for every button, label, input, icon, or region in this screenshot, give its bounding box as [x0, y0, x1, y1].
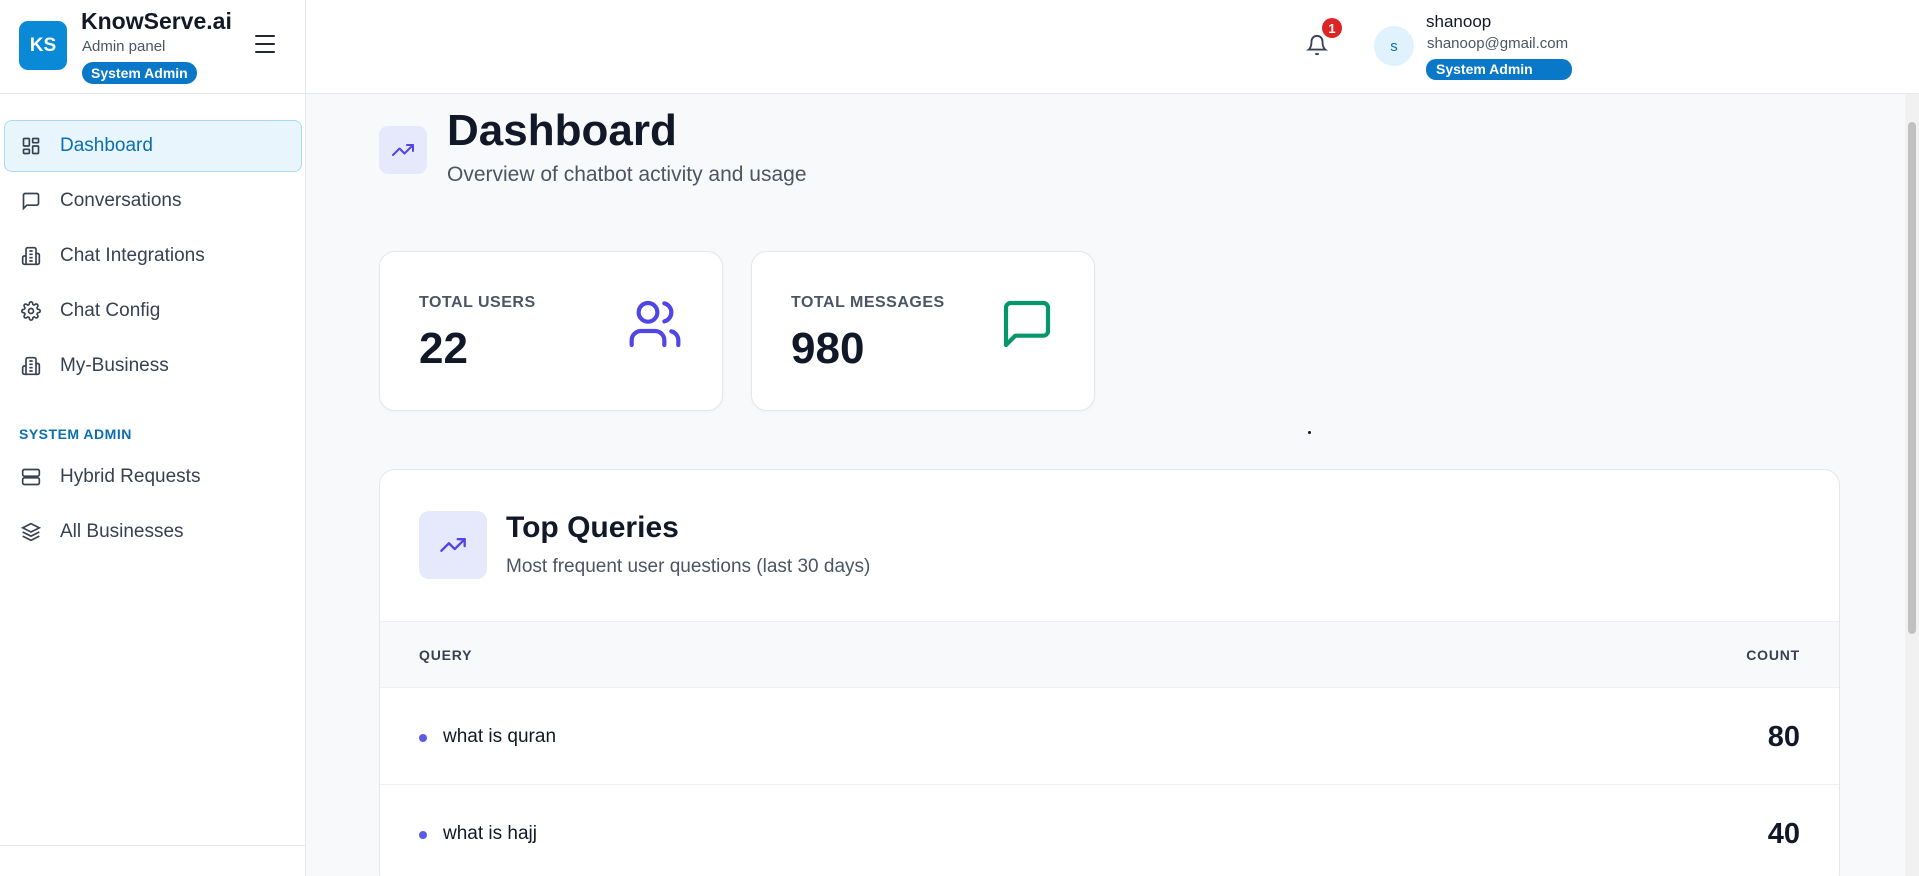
- stat-value: 22: [419, 324, 468, 373]
- avatar[interactable]: s: [1374, 26, 1414, 66]
- query-count: 80: [1767, 721, 1800, 753]
- table-row[interactable]: what is hajj 40: [380, 785, 1839, 876]
- sidebar-item-label: All Businesses: [60, 521, 184, 542]
- notification-bell-icon[interactable]: [1305, 34, 1329, 56]
- section-title-system-admin: SYSTEM ADMIN: [19, 426, 132, 442]
- page-subtitle: Overview of chatbot activity and usage: [447, 163, 807, 186]
- sidebar-item-label: My-Business: [60, 355, 169, 376]
- sidebar-footer-divider: [0, 845, 306, 846]
- bullet-dot: [419, 734, 427, 742]
- sidebar-item-chat-config[interactable]: Chat Config: [4, 285, 302, 337]
- stray-dot: [1308, 431, 1311, 434]
- page-title: Dashboard: [447, 106, 677, 155]
- sidebar-item-hybrid-requests[interactable]: Hybrid Requests: [4, 451, 302, 503]
- sidebar-item-conversations[interactable]: Conversations: [4, 175, 302, 227]
- sidebar: KS KnowServe.ai Admin panel System Admin…: [0, 0, 306, 876]
- panel-title: Top Queries: [506, 511, 679, 544]
- sidebar-item-all-businesses[interactable]: All Businesses: [4, 506, 302, 558]
- sidebar-item-my-business[interactable]: My-Business: [4, 340, 302, 392]
- stat-label: TOTAL MESSAGES: [791, 294, 945, 311]
- column-header-query: QUERY: [419, 647, 473, 663]
- stat-value: 980: [791, 324, 865, 373]
- sidebar-item-label: Conversations: [60, 190, 182, 211]
- brand-header: KS KnowServe.ai Admin panel System Admin: [0, 0, 305, 94]
- page-scrollbar[interactable]: [1905, 94, 1919, 876]
- table-row[interactable]: what is quran 80: [380, 688, 1839, 785]
- users-icon: [627, 296, 683, 352]
- user-name: shanoop: [1426, 12, 1492, 31]
- query-count: 40: [1767, 818, 1800, 850]
- top-queries-panel: Top Queries Most frequent user questions…: [379, 469, 1840, 876]
- menu-toggle-icon[interactable]: [255, 35, 275, 53]
- stat-card-total-users: TOTAL USERS 22: [379, 251, 723, 411]
- building-icon: [20, 245, 42, 267]
- role-badge: System Admin: [82, 62, 197, 84]
- sidebar-item-label: Chat Config: [60, 300, 161, 321]
- server-icon: [20, 466, 42, 488]
- gear-icon: [20, 300, 42, 322]
- query-text: what is quran: [443, 726, 557, 747]
- notification-count-badge: 1: [1322, 18, 1342, 38]
- sidebar-item-chat-integrations[interactable]: Chat Integrations: [4, 230, 302, 282]
- stat-card-total-messages: TOTAL MESSAGES 980: [751, 251, 1095, 411]
- dashboard-grid-icon: [20, 135, 42, 157]
- brand-name: KnowServe.ai: [81, 8, 232, 34]
- message-square-icon: [20, 190, 42, 212]
- sidebar-item-label: Dashboard: [60, 135, 153, 156]
- brand-subtitle: Admin panel: [82, 38, 166, 55]
- sidebar-item-label: Hybrid Requests: [60, 466, 201, 487]
- sidebar-nav: Dashboard Conversations Chat Integration…: [4, 120, 302, 561]
- sidebar-item-dashboard[interactable]: Dashboard: [4, 120, 302, 172]
- scrollbar-thumb[interactable]: [1908, 122, 1916, 634]
- user-email: shanoop@gmail.com: [1427, 35, 1569, 52]
- building-icon: [20, 355, 42, 377]
- trending-up-icon: [379, 126, 427, 174]
- trending-up-icon: [419, 511, 487, 579]
- top-header: [306, 0, 1919, 94]
- panel-subtitle: Most frequent user questions (last 30 da…: [506, 556, 871, 577]
- bullet-dot: [419, 831, 427, 839]
- sidebar-item-label: Chat Integrations: [60, 245, 205, 266]
- column-header-count: COUNT: [1746, 647, 1800, 663]
- message-square-icon: [999, 296, 1055, 352]
- brand-logo: KS: [19, 21, 67, 70]
- query-text: what is hajj: [443, 823, 537, 844]
- table-header: QUERY COUNT: [380, 621, 1839, 688]
- stat-label: TOTAL USERS: [419, 294, 536, 311]
- layers-icon: [20, 521, 42, 543]
- user-role-badge: System Admin: [1426, 59, 1572, 80]
